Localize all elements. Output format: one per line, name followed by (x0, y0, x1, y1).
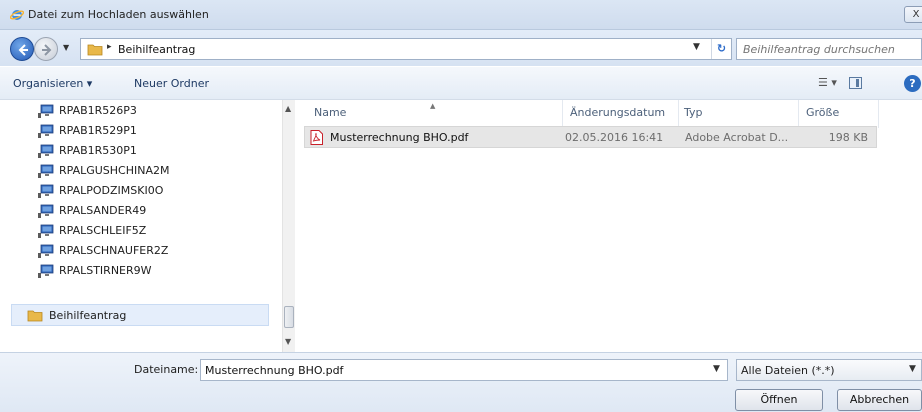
network-computer-icon (38, 244, 54, 258)
nav-item-label: RPALSCHLEIF5Z (59, 224, 147, 237)
title-bar: Datei zum Hochladen auswählen X (0, 0, 922, 30)
address-bar[interactable]: ▸ Beihilfeantrag ▼ ↻ (80, 38, 732, 60)
file-type-filter-label: Alle Dateien (*.*) (741, 364, 835, 377)
help-icon[interactable]: ? (904, 75, 921, 92)
nav-scrollbar[interactable]: ▲ ▼ (282, 100, 295, 352)
filename-input[interactable] (201, 360, 701, 380)
file-list: ▲ Name Änderungsdatum Typ Größe Musterre… (298, 100, 922, 352)
new-folder-button[interactable]: Neuer Ordner (134, 77, 209, 90)
nav-item-label: RPALGUSHCHINA2M (59, 164, 170, 177)
network-computer-icon (38, 204, 54, 218)
column-header-size[interactable]: Größe (806, 106, 839, 119)
network-computer-icon (38, 164, 54, 178)
arrow-left-icon (18, 44, 28, 56)
cancel-button[interactable]: Abbrechen (837, 389, 922, 411)
nav-item-label: RPAB1R526P3 (59, 104, 137, 117)
pdf-icon (310, 130, 323, 145)
breadcrumb-item[interactable]: Beihilfeantrag (118, 43, 195, 56)
command-toolbar: Organisieren ▾ Neuer Ordner ☰ ▾ ? (0, 66, 922, 100)
network-computer-icon (38, 144, 54, 158)
nav-item-label: RPALPODZIMSKI0O (59, 184, 164, 197)
network-computer-icon (38, 104, 54, 118)
column-divider[interactable] (878, 100, 879, 128)
file-name: Musterrechnung BHO.pdf (330, 131, 469, 144)
address-dropdown-icon[interactable]: ▼ (693, 42, 700, 52)
folder-icon (27, 310, 43, 322)
scroll-up-icon[interactable]: ▲ (285, 104, 291, 113)
file-row[interactable]: Musterrechnung BHO.pdf 02.05.2016 16:41 … (304, 126, 877, 148)
file-date: 02.05.2016 16:41 (565, 131, 664, 144)
search-input[interactable] (737, 39, 917, 59)
sort-indicator-icon: ▲ (430, 102, 436, 110)
scroll-down-icon[interactable]: ▼ (285, 337, 291, 346)
breadcrumb-separator-icon[interactable]: ▸ (107, 42, 112, 52)
column-divider[interactable] (562, 100, 563, 128)
column-divider[interactable] (798, 100, 799, 128)
column-header-name[interactable]: Name (314, 106, 346, 119)
history-dropdown-icon[interactable]: ▼ (63, 43, 69, 52)
back-button[interactable] (10, 37, 34, 61)
preview-pane-icon[interactable] (849, 77, 862, 89)
change-view-icon[interactable]: ☰ ▾ (818, 76, 837, 89)
nav-item-label: RPAB1R529P1 (59, 124, 137, 137)
filename-combobox[interactable]: ▼ (200, 359, 728, 381)
network-computer-icon (38, 224, 54, 238)
nav-item-label: Beihilfeantrag (49, 309, 127, 322)
search-box[interactable] (736, 38, 922, 60)
file-size: 198 KB (828, 131, 868, 144)
network-computer-icon (38, 264, 54, 278)
nav-item-label: RPAB1R530P1 (59, 144, 137, 157)
network-computer-icon (38, 124, 54, 138)
arrow-right-icon (42, 44, 52, 56)
nav-item-selected[interactable]: Beihilfeantrag (11, 304, 269, 326)
filename-label: Dateiname: (134, 363, 199, 376)
filename-dropdown-icon[interactable]: ▼ (713, 364, 720, 374)
internet-explorer-icon (10, 10, 24, 20)
organize-button[interactable]: Organisieren ▾ (13, 77, 92, 90)
network-computer-icon (38, 184, 54, 198)
filter-dropdown-icon[interactable]: ▼ (909, 364, 916, 374)
file-type: Adobe Acrobat D... (685, 131, 789, 144)
column-header-date[interactable]: Änderungsdatum (570, 106, 665, 119)
column-header-type[interactable]: Typ (684, 106, 703, 119)
folder-icon (87, 44, 103, 56)
nav-item-label: RPALSTIRNER9W (59, 264, 152, 277)
close-button[interactable]: X (904, 6, 922, 23)
dialog-footer: Dateiname: ▼ Alle Dateien (*.*) ▼ Öffnen… (0, 352, 922, 412)
scrollbar-thumb[interactable] (284, 306, 294, 328)
navigation-bar: ▼ ▸ Beihilfeantrag ▼ ↻ (0, 30, 922, 66)
forward-button[interactable] (34, 37, 58, 61)
window-title: Datei zum Hochladen auswählen (28, 8, 209, 21)
column-divider[interactable] (678, 100, 679, 128)
refresh-icon[interactable]: ↻ (711, 39, 731, 59)
navigation-pane: RPAB1R526P3 RPAB1R529P1 RPAB1R530P1 RPAL… (0, 100, 282, 352)
open-button[interactable]: Öffnen (735, 389, 823, 411)
nav-item-label: RPALSCHNAUFER2Z (59, 244, 169, 257)
nav-item-label: RPALSANDER49 (59, 204, 147, 217)
file-type-filter[interactable]: Alle Dateien (*.*) ▼ (736, 359, 922, 381)
